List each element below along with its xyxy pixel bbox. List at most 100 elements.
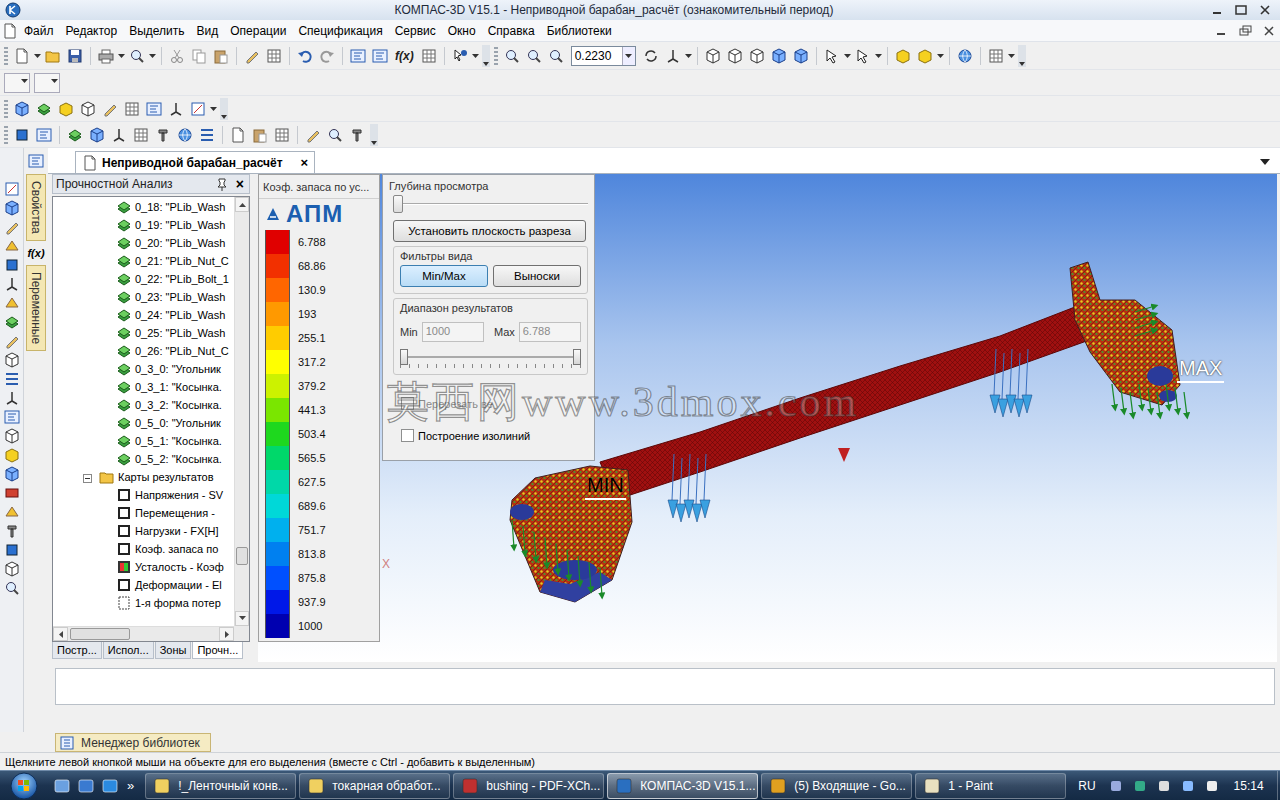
tray-icon[interactable]	[1129, 775, 1151, 797]
tree-icon[interactable]	[25, 150, 47, 172]
zoom-icon[interactable]	[545, 45, 567, 67]
solid-icon[interactable]	[1, 540, 23, 559]
table-icon[interactable]	[418, 45, 440, 67]
toolbar-options-icon[interactable]	[370, 124, 378, 146]
tree-item[interactable]: 0_22: "PLib_Bolt_1	[53, 270, 234, 288]
cube-icon[interactable]	[724, 45, 746, 67]
tree-item[interactable]: Перемещения -	[53, 504, 234, 522]
toolbar-grip[interactable]	[494, 47, 498, 65]
tray-icon[interactable]	[1201, 775, 1223, 797]
tree-item[interactable]: 0_18: "PLib_Wash	[53, 198, 234, 216]
shaded-cube-icon[interactable]	[790, 45, 812, 67]
taskbar-button[interactable]: bushing - PDF-XCh...	[453, 773, 604, 799]
tree-item[interactable]: 0_20: "PLib_Wash	[53, 234, 234, 252]
tree-icon[interactable]	[33, 124, 55, 146]
scroll-thumb[interactable]	[236, 547, 248, 565]
dropdown-arrow-icon[interactable]	[843, 45, 852, 67]
feature-icon[interactable]	[1, 236, 23, 255]
menu-item[interactable]: Вид	[191, 22, 225, 40]
menu-item[interactable]: Файл	[18, 22, 60, 40]
help-icon[interactable]	[449, 45, 471, 67]
tree-icon[interactable]	[143, 98, 165, 120]
taskbar-button[interactable]: 1 - Paint	[915, 773, 1066, 799]
menu-item[interactable]: Библиотеки	[541, 22, 618, 40]
shaded-cube-icon[interactable]	[768, 45, 790, 67]
dropdown-arrow-icon[interactable]	[684, 45, 693, 67]
globe-icon[interactable]	[174, 124, 196, 146]
tree-item[interactable]: Напряжения - SV	[53, 486, 234, 504]
pin-icon[interactable]	[213, 173, 231, 195]
part-icon[interactable]	[1, 312, 23, 331]
show-desktop-button[interactable]	[1277, 771, 1280, 800]
toolbar-options-icon[interactable]	[1018, 45, 1026, 67]
cut-icon[interactable]	[166, 45, 188, 67]
dropdown-arrow-icon[interactable]	[148, 45, 157, 67]
scroll-right-icon[interactable]	[219, 627, 234, 641]
edit-icon[interactable]	[241, 45, 263, 67]
formula-button[interactable]: f(x)	[391, 49, 418, 63]
zoom-icon[interactable]	[523, 45, 545, 67]
shaded-cube-icon[interactable]	[1, 464, 23, 483]
save-icon[interactable]	[64, 45, 86, 67]
minimize-icon[interactable]	[1206, 0, 1228, 21]
new-document-icon[interactable]	[11, 45, 33, 67]
tree-item[interactable]: 0_25: "PLib_Wash	[53, 324, 234, 342]
menu-item[interactable]: Сервис	[389, 22, 442, 40]
document-restore-icon[interactable]	[1234, 20, 1256, 42]
new-document-icon[interactable]	[227, 124, 249, 146]
dropdown-arrow-icon[interactable]	[622, 47, 635, 65]
taskbar-button[interactable]: !_Ленточный конв...	[145, 773, 296, 799]
table-icon[interactable]	[263, 45, 285, 67]
undo-icon[interactable]	[294, 45, 316, 67]
taskbar-button[interactable]: токарная обработ...	[299, 773, 450, 799]
orientation-icon[interactable]	[1, 388, 23, 407]
layers-icon[interactable]	[1, 369, 23, 388]
component-icon[interactable]	[1, 445, 23, 464]
sketch-icon[interactable]	[1, 179, 23, 198]
cube-icon[interactable]	[1, 426, 23, 445]
language-indicator[interactable]: RU	[1072, 779, 1101, 793]
dropdown-arrow-icon[interactable]	[209, 98, 218, 120]
sketch-icon[interactable]	[187, 98, 209, 120]
taskbar-button[interactable]: (5) Входящие - Go...	[761, 773, 912, 799]
zoom-icon[interactable]	[324, 124, 346, 146]
variables-tab[interactable]: Переменные	[26, 265, 46, 351]
bolt-icon[interactable]	[152, 124, 174, 146]
toolbar-options-icon[interactable]	[482, 45, 490, 67]
isolines-option[interactable]: Построение изолиний	[401, 429, 588, 442]
component-icon[interactable]	[914, 45, 936, 67]
variables-button[interactable]: f(x)	[27, 243, 44, 263]
close-icon[interactable]	[1254, 0, 1276, 21]
tree-item[interactable]: 0_3_2: "Косынка.	[53, 396, 234, 414]
tree-item[interactable]: Карты результатов	[53, 468, 234, 486]
cube-icon[interactable]	[746, 45, 768, 67]
dropdown-arrow-icon[interactable]	[1007, 45, 1016, 67]
document-tab[interactable]: Неприводной барабан_расчёт×	[75, 151, 315, 173]
table-icon[interactable]	[271, 124, 293, 146]
tree-item[interactable]: 1-я форма потер	[53, 594, 234, 612]
toolbar-options-icon[interactable]	[220, 98, 228, 120]
select-icon[interactable]	[852, 45, 874, 67]
shaded-cube-icon[interactable]	[11, 98, 33, 120]
properties-tab[interactable]: Свойства	[26, 174, 46, 241]
panel-tab[interactable]: Прочн...	[192, 642, 243, 659]
component-icon[interactable]	[55, 98, 77, 120]
dropdown-arrow-icon[interactable]	[50, 70, 59, 92]
select-icon[interactable]	[821, 45, 843, 67]
open-icon[interactable]	[42, 45, 64, 67]
tree-icon[interactable]	[369, 45, 391, 67]
cube-icon[interactable]	[702, 45, 724, 67]
tree-item[interactable]: 0_3_0: "Угольник	[53, 360, 234, 378]
dropdown-arrow-icon[interactable]	[33, 45, 42, 67]
scroll-left-icon[interactable]	[53, 627, 68, 641]
tray-icon[interactable]	[1153, 775, 1175, 797]
toolbar-dropdown[interactable]	[4, 73, 30, 93]
range-high-thumb[interactable]	[573, 349, 581, 365]
edit-icon[interactable]	[1, 217, 23, 236]
tree-item[interactable]: 0_5_1: "Косынка.	[53, 432, 234, 450]
shaded-cube-icon[interactable]	[1, 198, 23, 217]
dropdown-arrow-icon[interactable]	[874, 45, 883, 67]
toolbar-grip[interactable]	[4, 126, 8, 144]
expander-icon[interactable]	[83, 473, 92, 482]
maximize-icon[interactable]	[1230, 0, 1252, 21]
